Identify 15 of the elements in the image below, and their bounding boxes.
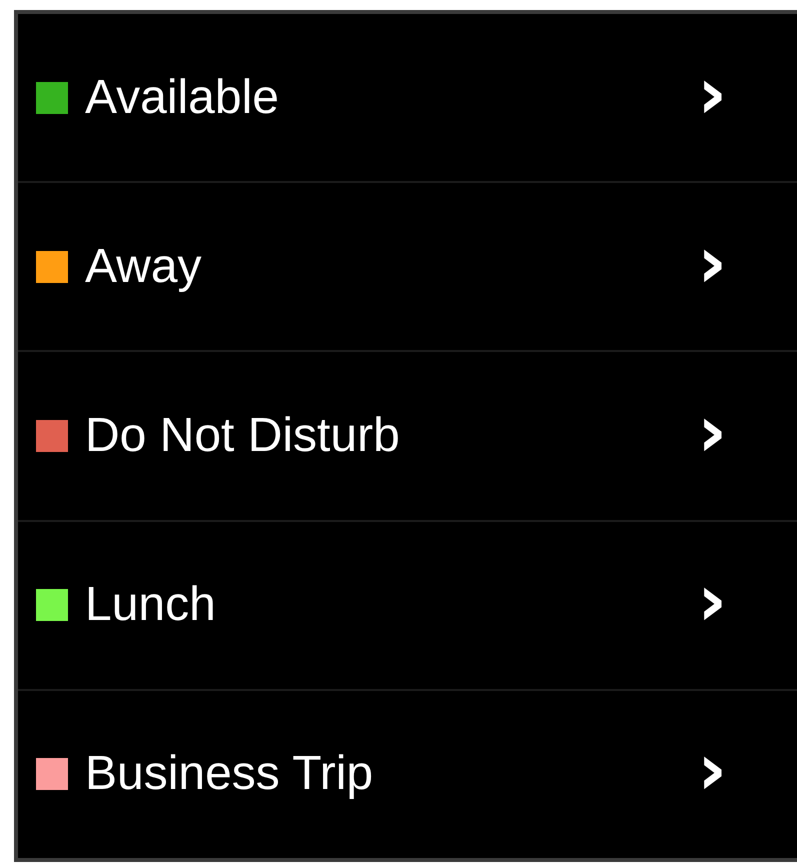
chevron-right-icon: › [697,226,727,298]
status-menu-item[interactable]: Available › [18,14,797,182]
status-label: Lunch [85,581,216,630]
chevron-right-icon: › [697,564,727,636]
status-label: Available [85,74,279,122]
chevron-right-icon: › [697,56,727,129]
chevron-right-icon: › [697,395,727,467]
status-label: Do Not Disturb [85,412,400,460]
status-menu-item[interactable]: Do Not Disturb › [18,350,797,520]
chevron-right-icon: › [697,733,727,806]
status-menu-item[interactable]: Business Trip › [18,688,797,858]
status-menu-item[interactable]: Lunch › [18,520,797,689]
status-label: Away [85,242,202,291]
status-menu-item[interactable]: Away › [18,181,797,350]
status-label: Business Trip [85,750,374,798]
